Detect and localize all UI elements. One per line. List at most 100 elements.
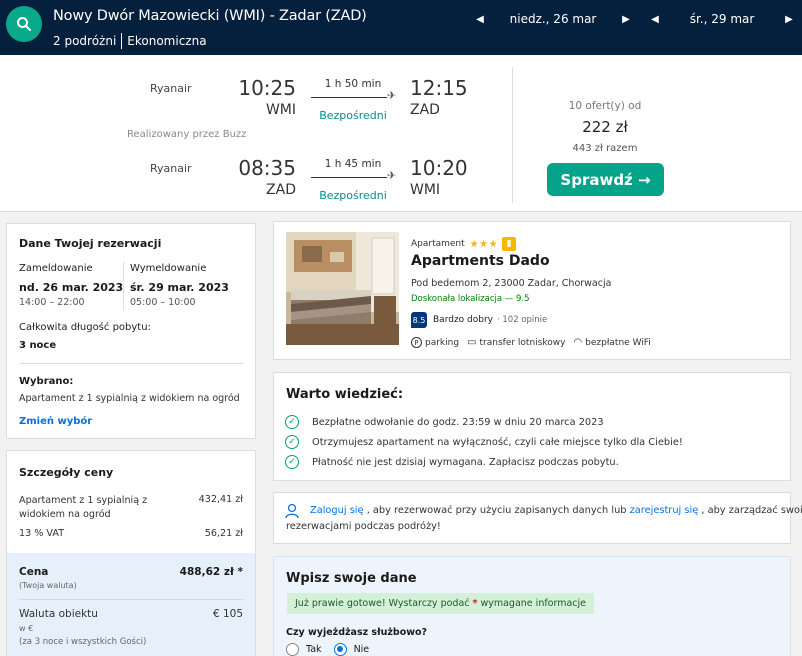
review-count: · 102 opinie <box>497 315 548 325</box>
guest-details-form: Wpisz swoje dane Już prawie gotowe! Wyst… <box>273 556 791 656</box>
price-details: Szczegóły ceny Apartament z 1 sypialnią … <box>6 450 256 656</box>
form-notice: Już prawie gotowe! Wystarczy podać * wym… <box>287 593 595 614</box>
amenity-wifi: ◠ bezpłatne WiFi <box>573 337 651 348</box>
user-icon <box>285 503 299 523</box>
airline-name: Ryanair <box>150 162 192 175</box>
route-title[interactable]: Nowy Dwór Mazowiecki (WMI) - Zadar (ZAD) <box>53 8 367 24</box>
login-link[interactable]: Zaloguj się <box>310 505 364 516</box>
total-price-value: 488,62 zł * <box>179 566 243 578</box>
section-title: Szczegóły ceny <box>19 466 114 479</box>
cabin-class: Ekonomiczna <box>127 34 207 48</box>
flight-duration: 1 h 45 min <box>324 158 382 170</box>
total-price-note: (Twoja waluta) <box>19 581 77 590</box>
hotel-photo[interactable] <box>286 232 399 345</box>
register-link[interactable]: zarejestruj się <box>630 505 699 516</box>
price-summary: Cena 488,62 zł * (Twoja waluta) Waluta o… <box>7 553 255 656</box>
prev-return-date-button[interactable]: ◀ <box>649 14 661 25</box>
search-summary[interactable]: 2 podróżni Ekonomiczna <box>53 33 207 49</box>
amenity-parking: P parking <box>411 337 459 348</box>
vat-label: 13 % VAT <box>19 528 65 539</box>
parking-icon: P <box>411 337 422 348</box>
shuttle-icon: ▭ <box>467 337 477 348</box>
divider <box>512 67 513 203</box>
route-line <box>311 97 387 98</box>
info-item: ✓ Otrzymujesz apartament na wyłączność, … <box>285 435 683 449</box>
hotel-name[interactable]: Apartments Dado <box>411 253 550 269</box>
required-asterisk: * <box>472 598 478 609</box>
offers-count: 10 ofert(y) od <box>568 100 642 112</box>
top-bar: Nowy Dwór Mazowiecki (WMI) - Zadar (ZAD)… <box>0 0 802 55</box>
review-score-text: Bardzo dobry <box>433 315 493 325</box>
login-prompt: Zaloguj się , aby rezerwować przy użyciu… <box>273 492 802 544</box>
operated-by: Realizowany przez Buzz <box>127 129 247 140</box>
property-price-note: (za 3 noce i wszystkich Gości) <box>19 637 147 647</box>
departure-airport: ZAD <box>266 182 296 198</box>
location-score: Doskonała lokalizacja — 9.5 <box>411 294 530 304</box>
hotel-address: Pod bedemom 2, 23000 Zadar, Chorwacja <box>411 278 612 289</box>
selected-room: Apartament z 1 sypialnią z widokiem na o… <box>19 393 240 404</box>
stops-info: Bezpośredni <box>319 189 387 202</box>
flight-card[interactable]: Ryanair 10:25 WMI 1 h 50 min ✈ Bezpośred… <box>0 55 802 212</box>
wifi-icon: ◠ <box>573 337 583 348</box>
inbound-leg: Ryanair 08:35 ZAD 1 h 45 min ✈ Bezpośred… <box>0 156 510 206</box>
business-no-label[interactable]: Nie <box>354 644 370 655</box>
review-score-row: 8.5 Bardzo dobry · 102 opinie <box>411 312 547 328</box>
check-icon: ✓ <box>285 455 299 469</box>
arrival-time: 12:15 <box>410 76 468 100</box>
hotel-type: Apartament <box>411 239 465 249</box>
airline-name: Ryanair <box>150 82 192 95</box>
star-rating-icon: ★★★ <box>469 238 499 250</box>
stay-length-label: Całkowita długość pobytu: <box>19 322 151 333</box>
search-button[interactable] <box>6 6 42 42</box>
prev-depart-date-button[interactable]: ◀ <box>474 14 486 25</box>
business-trip-question: Czy wyjeżdżasz służbowo? <box>286 627 428 638</box>
route-line <box>311 177 387 178</box>
room-price-label: Apartament z 1 sypialnią z widokiem na o… <box>19 495 148 520</box>
property-currency-label: Waluta obiektu <box>19 608 98 620</box>
business-no-radio[interactable] <box>333 643 347 656</box>
departure-time: 08:35 <box>238 156 296 180</box>
return-date[interactable]: śr., 29 mar <box>661 12 783 26</box>
info-item: ✓ Płatność nie jest dzisiaj wymagana. Za… <box>285 455 619 469</box>
hotel-card: Apartament ★★★ ▮ Apartments Dado Pod bed… <box>273 221 791 360</box>
check-icon: ✓ <box>285 415 299 429</box>
check-flight-button[interactable]: Sprawdź → <box>547 163 664 196</box>
arrival-airport: ZAD <box>410 102 440 118</box>
departure-airport: WMI <box>265 102 296 118</box>
change-selection-link[interactable]: Zmień wybór <box>19 416 92 427</box>
checkin-date: nd. 26 mar. 2023 <box>19 281 124 294</box>
flight-price-total: 443 zł razem <box>572 143 638 154</box>
property-currency-value: € 105 <box>212 608 243 620</box>
checkout-time: 05:00 – 10:00 <box>130 297 196 308</box>
divider <box>19 599 243 600</box>
business-yes-label[interactable]: Tak <box>306 644 322 655</box>
amenity-airport-transfer: ▭ transfer lotniskowy <box>467 337 566 348</box>
thumbs-up-icon: ▮ <box>502 237 517 251</box>
info-item: ✓ Bezpłatne odwołanie do godz. 23:59 w d… <box>285 415 604 429</box>
business-yes-radio[interactable] <box>286 643 299 656</box>
depart-date[interactable]: niedz., 26 mar <box>486 12 620 26</box>
travellers-count: 2 podróżni <box>53 34 117 48</box>
stay-length-value: 3 noce <box>19 340 57 351</box>
depart-date-nav: ◀ niedz., 26 mar ▶ <box>474 10 632 28</box>
plane-icon: ✈ <box>387 169 397 182</box>
arrival-time: 10:20 <box>410 156 468 180</box>
amenities-row: P parking ▭ transfer lotniskowy ◠ bezpła… <box>411 337 659 348</box>
room-price-value: 432,41 zł <box>198 494 243 505</box>
login-text-line1: Zaloguj się , aby rezerwować przy użyciu… <box>310 505 802 516</box>
arrival-airport: WMI <box>410 182 441 198</box>
divider <box>121 33 123 49</box>
next-return-date-button[interactable]: ▶ <box>783 14 795 25</box>
flight-price: 222 zł <box>582 118 628 136</box>
divider <box>19 363 243 364</box>
reservation-details: Dane Twojej rezerwacji Zameldowanie nd. … <box>6 223 256 439</box>
section-title: Warto wiedzieć: <box>286 387 404 402</box>
form-title: Wpisz swoje dane <box>286 571 417 586</box>
divider <box>123 262 124 310</box>
next-depart-date-button[interactable]: ▶ <box>620 14 632 25</box>
hotel-room-image <box>286 232 399 345</box>
property-currency-unit: w € <box>19 624 34 633</box>
checkout-label: Wymeldowanie <box>130 263 207 274</box>
flight-duration: 1 h 50 min <box>324 78 382 90</box>
section-title: Dane Twojej rezerwacji <box>19 237 162 250</box>
